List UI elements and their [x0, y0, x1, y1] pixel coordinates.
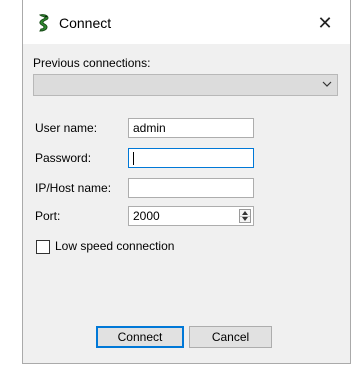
text-caret [133, 152, 134, 165]
chevron-down-icon [322, 81, 332, 87]
spin-buttons [239, 209, 251, 223]
password-label: Password: [35, 151, 92, 165]
host-field[interactable] [128, 178, 254, 198]
connect-button[interactable]: Connect [96, 326, 184, 348]
previous-connections-dropdown[interactable] [33, 74, 338, 96]
low-speed-checkbox[interactable] [36, 240, 50, 254]
close-icon: ✕ [317, 12, 333, 33]
password-field[interactable] [128, 148, 254, 168]
host-label: IP/Host name: [35, 181, 112, 195]
port-value: 2000 [133, 209, 160, 223]
close-button[interactable]: ✕ [305, 9, 345, 37]
cancel-button[interactable]: Cancel [189, 326, 272, 348]
title-bar: Connect ✕ [23, 0, 350, 44]
low-speed-label[interactable]: Low speed connection [55, 239, 174, 253]
port-stepper[interactable]: 2000 [128, 206, 254, 226]
gecko-icon [39, 14, 49, 32]
username-label: User name: [35, 121, 98, 135]
dialog-title: Connect [59, 15, 112, 31]
port-label: Port: [35, 209, 61, 223]
previous-connections-label: Previous connections: [33, 56, 151, 70]
caret-up-icon [242, 211, 248, 215]
username-field[interactable]: admin [128, 118, 254, 138]
spin-down-button[interactable] [240, 216, 250, 222]
caret-down-icon [242, 217, 248, 221]
connect-dialog: Connect ✕ Previous connections: User nam… [22, 0, 351, 364]
